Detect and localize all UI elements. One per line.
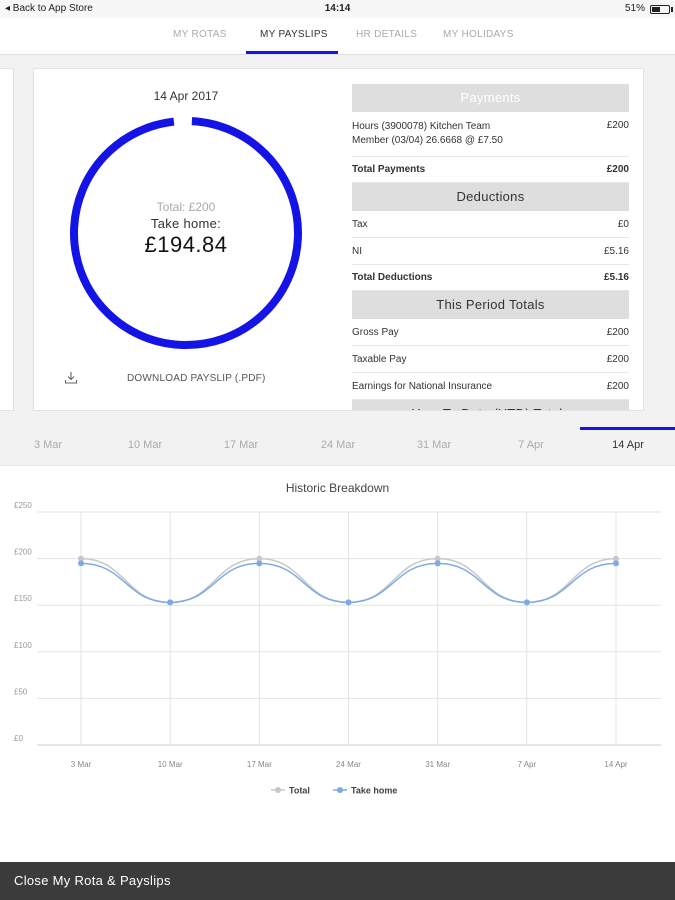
series-point-take-home — [167, 599, 174, 606]
previous-payslip-card[interactable] — [0, 68, 14, 411]
period-totals-header: This Period Totals — [352, 291, 629, 319]
date-tab-active[interactable]: 14 Apr — [580, 439, 675, 451]
y-tick-label: £150 — [14, 594, 32, 603]
top-tabs: MY ROTAS MY PAYSLIPS HR DETAILS MY HOLID… — [0, 18, 675, 55]
deduction-row: NI £5.16 — [352, 238, 629, 265]
payslip-date-strip: 3 Mar 10 Mar 17 Mar 24 Mar 31 Mar 7 Apr … — [0, 427, 675, 465]
download-icon[interactable] — [64, 371, 78, 385]
deduction-value: £0 — [617, 219, 629, 230]
deduction-label: Tax — [352, 219, 368, 230]
payslip-date: 14 Apr 2017 — [153, 89, 219, 103]
deduction-label: NI — [352, 246, 362, 257]
battery-tip — [671, 7, 673, 12]
legend-label: Take home — [351, 786, 397, 796]
total-payments-label: Total Payments — [352, 164, 426, 175]
payment-line: Hours (3900078) Kitchen Team Member (03/… — [352, 112, 629, 157]
y-tick-label: £50 — [14, 687, 28, 696]
tab-my-payslips[interactable]: MY PAYSLIPS — [260, 29, 328, 40]
series-point-take-home — [434, 560, 441, 567]
chart-svg: Historic Breakdown £0 £50 £100 £150 £200 £250 3… — [14, 481, 661, 796]
period-value: £200 — [606, 327, 629, 338]
date-tab[interactable]: 3 Mar — [0, 439, 96, 451]
legend-swatch-marker — [337, 787, 343, 793]
period-label: Taxable Pay — [352, 354, 407, 365]
date-tab[interactable]: 31 Mar — [386, 439, 482, 451]
deduction-value: £5.16 — [603, 246, 629, 257]
total-deductions-label: Total Deductions — [352, 272, 433, 283]
x-tick-label: 3 Mar — [71, 760, 92, 769]
period-value: £200 — [606, 381, 629, 392]
x-tick-label: 10 Mar — [158, 760, 183, 769]
total-deductions-value: £5.16 — [603, 272, 629, 283]
x-tick-label: 7 Apr — [517, 760, 536, 769]
tab-my-holidays[interactable]: MY HOLIDAYS — [443, 29, 514, 40]
deduction-row: Tax £0 — [352, 211, 629, 238]
y-tick-label: £100 — [14, 641, 32, 650]
download-payslip-button[interactable]: DOWNLOAD PAYSLIP (.PDF) — [127, 373, 266, 384]
tab-my-rotas[interactable]: MY ROTAS — [173, 29, 227, 40]
x-tick-label: 17 Mar — [247, 760, 272, 769]
series-point-take-home — [345, 599, 352, 606]
chart-title: Historic Breakdown — [286, 481, 389, 495]
payslip-statement: Payments Hours (3900078) Kitchen Team Me… — [352, 84, 629, 410]
date-tab[interactable]: 7 Apr — [483, 439, 579, 451]
take-home-label: Take home: — [150, 216, 222, 231]
payment-line-description: Hours (3900078) Kitchen Team Member (03/… — [352, 120, 503, 148]
active-date-indicator — [580, 427, 675, 430]
payslip-card: 14 Apr 2017 Total: £200 Take home: £194.… — [33, 68, 644, 411]
total-payments-value: £200 — [606, 164, 629, 175]
legend-label: Total — [289, 786, 310, 796]
active-tab-indicator — [246, 51, 338, 54]
date-tab[interactable]: 10 Mar — [97, 439, 193, 451]
date-tab[interactable]: 24 Mar — [290, 439, 386, 451]
close-my-rota-button[interactable]: Close My Rota & Payslips — [14, 873, 171, 888]
date-tab[interactable]: 17 Mar — [193, 439, 289, 451]
deductions-header: Deductions — [352, 183, 629, 211]
battery-icon — [650, 5, 670, 14]
y-tick-label: £200 — [14, 548, 32, 557]
payment-line-1: Hours (3900078) Kitchen Team — [352, 121, 491, 132]
period-row: Earnings for National Insurance £200 — [352, 373, 629, 400]
y-tick-label: £0 — [14, 734, 23, 743]
close-bar[interactable]: Close My Rota & Payslips — [0, 862, 675, 900]
total-deductions-row: Total Deductions £5.16 — [352, 265, 629, 291]
series-point-take-home — [256, 560, 263, 567]
x-tick-label: 24 Mar — [336, 760, 361, 769]
period-value: £200 — [606, 354, 629, 365]
take-home-amount: £194.84 — [144, 232, 228, 257]
x-tick-label: 14 Apr — [604, 760, 627, 769]
total-payments-row: Total Payments £200 — [352, 157, 629, 183]
battery-level — [652, 7, 661, 12]
period-row: Taxable Pay £200 — [352, 346, 629, 373]
app-root: ◂ Back to App Store 14:14 51% MY ROTAS M… — [0, 0, 675, 900]
status-time: 14:14 — [324, 3, 351, 14]
series-point-take-home — [78, 560, 84, 567]
historic-breakdown-chart: Historic Breakdown £0 £50 £100 £150 £200 £250 3… — [0, 465, 675, 862]
total-pay-text: Total: £200 — [156, 200, 216, 214]
payments-header: Payments — [352, 84, 629, 112]
ytd-totals-header: Year To Date (YTD) Totals — [352, 400, 629, 410]
series-point-take-home — [613, 560, 619, 567]
battery-percent: 51% — [624, 3, 645, 14]
payment-line-2: Member (03/04) 26.6668 @ £7.50 — [352, 135, 503, 146]
payment-line-value: £200 — [606, 120, 629, 131]
period-label: Gross Pay — [352, 327, 399, 338]
period-row: Gross Pay £200 — [352, 319, 629, 346]
y-tick-label: £250 — [14, 501, 32, 510]
status-bar: ◂ Back to App Store 14:14 51% — [0, 0, 675, 18]
series-point-take-home — [523, 599, 530, 606]
period-label: Earnings for National Insurance — [352, 381, 493, 392]
tab-hr-details[interactable]: HR DETAILS — [356, 29, 417, 40]
x-tick-label: 31 Mar — [425, 760, 450, 769]
legend-swatch-marker — [275, 787, 281, 793]
